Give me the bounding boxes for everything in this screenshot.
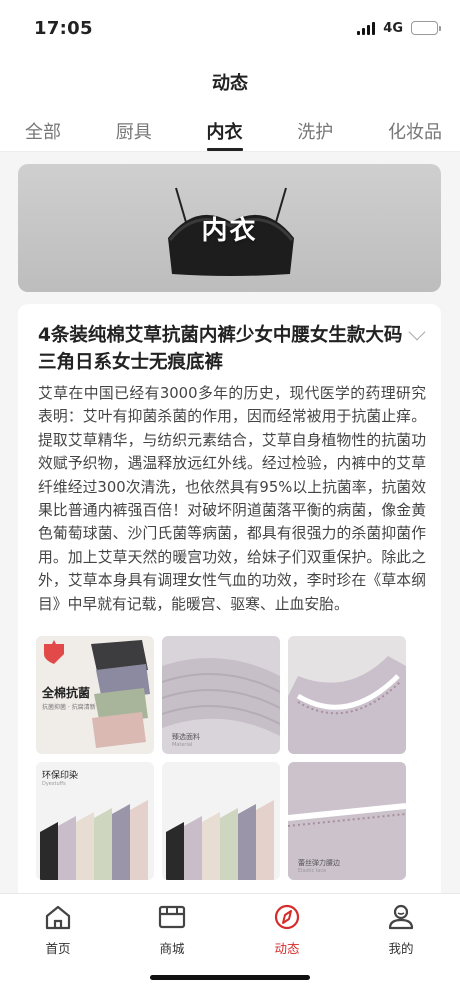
status-time: 17:05 [34,17,93,39]
post-card[interactable]: 4条装纯棉艾草抗菌内裤少女中腰女生款大码三角日系女士无痕底裤 艾草在中国已经有3… [18,304,441,904]
image-subcaption: Material [172,742,193,748]
image-caption: 环保印染 [42,771,79,781]
image-caption: 臻选面料 [172,733,200,741]
home-indicator[interactable] [150,975,310,980]
status-indicators: 4G [357,20,441,36]
tab-care[interactable]: 洗护 [297,108,333,151]
chevron-down-icon[interactable] [408,323,426,341]
app-screen: 17:05 4G 动态 全部 厨具 内衣 洗护 化妆品 内衣 4条装纯棉艾草抗菌… [0,0,460,996]
tab-cosmetics[interactable]: 化妆品 [388,108,442,151]
post-title: 4条装纯棉艾草抗菌内裤少女中腰女生款大码三角日系女士无痕底裤 [38,325,403,373]
tabbar-label: 我的 [388,941,414,956]
image-subcaption: Elastic lace [298,868,327,874]
category-tabs: 全部 厨具 内衣 洗护 化妆品 [0,108,460,152]
banner-label: 内衣 [201,216,258,246]
tabbar-label: 动态 [274,941,300,956]
page-title: 动态 [0,56,460,108]
image-caption: 全棉抗菌 [42,686,91,700]
post-image[interactable]: 臻选面料 Material [162,636,280,754]
image-subcaption: 抗菌抑菌 · 抗腐清新 [42,704,96,711]
post-image[interactable]: 环保印染 Dyestuffs [36,762,154,880]
image-subcaption: Dyestuffs [42,781,66,787]
bottom-tab-bar: 首页 商城 动态 我的 [0,893,460,996]
status-bar: 17:05 4G [0,0,460,56]
post-image-grid: 全棉抗菌 抗菌抑菌 · 抗腐清新 臻选面料 Material 环保印染 Dyes… [36,636,406,880]
post-image[interactable]: 蕾丝弹力腰边 Elastic lace [288,762,406,880]
post-image[interactable] [162,762,280,880]
network-type: 4G [383,20,403,36]
tabbar-item-feed[interactable]: 动态 [247,902,327,957]
store-icon [158,905,186,929]
tabbar-item-store[interactable]: 商城 [132,902,212,957]
tab-underwear[interactable]: 内衣 [206,108,243,151]
home-icon [45,905,71,930]
tab-all[interactable]: 全部 [25,108,61,151]
tabbar-label: 首页 [45,941,71,956]
category-banner[interactable]: 内衣 [18,164,441,292]
post-image[interactable] [288,636,406,754]
post-image[interactable]: 全棉抗菌 抗菌抑菌 · 抗腐清新 [36,636,154,754]
compass-icon [274,904,300,930]
tab-kitchenware[interactable]: 厨具 [116,108,152,151]
signal-icon [357,21,376,35]
battery-icon [411,21,441,35]
tabbar-label: 商城 [159,941,185,956]
user-icon [388,904,414,930]
tabbar-item-home[interactable]: 首页 [18,902,98,957]
tabbar-item-me[interactable]: 我的 [361,902,441,957]
post-body: 艾草在中国已经有3000多年的历史，现代医学的药理研究表明：艾叶有抑菌杀菌的作用… [38,385,426,613]
image-caption: 蕾丝弹力腰边 [298,859,340,867]
